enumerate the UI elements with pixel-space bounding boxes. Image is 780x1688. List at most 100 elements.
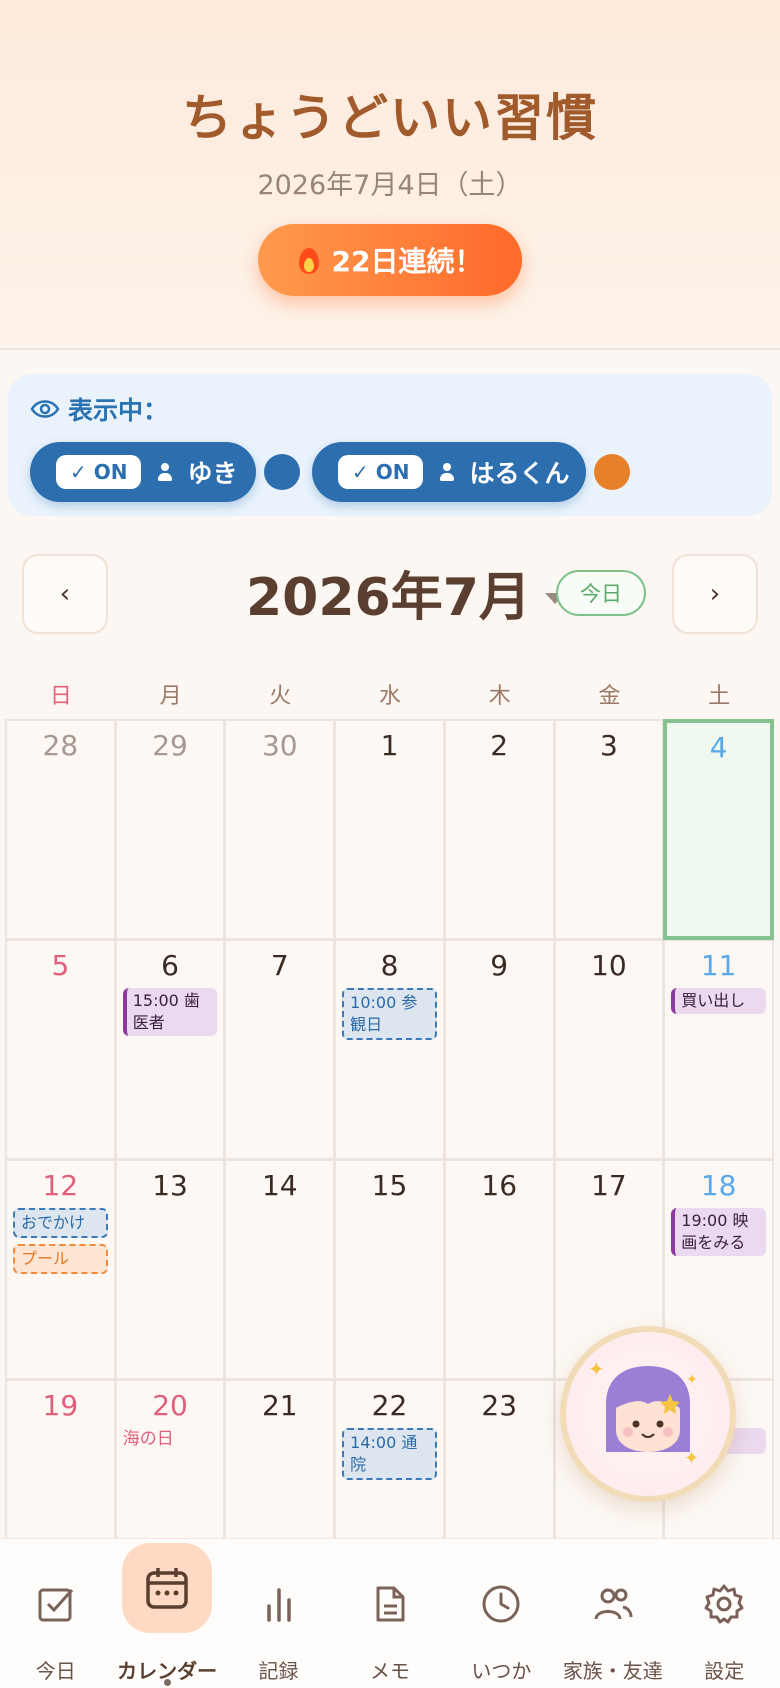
day-number: 4 xyxy=(709,731,728,764)
calendar-event[interactable]: おでかけ xyxy=(13,1208,108,1238)
app-header: ちょうどいい習慣 2026年7月4日（土） 22日連続！ xyxy=(0,0,780,345)
calendar-day[interactable]: 12 おでかけ プール xyxy=(5,1159,116,1380)
app-title: ちょうどいい習慣 xyxy=(182,89,598,147)
day-number: 30 xyxy=(261,729,298,762)
filter-label: 表示中： xyxy=(30,394,168,425)
day-number: 20 xyxy=(152,1389,188,1422)
on-toggle[interactable]: ✓ ON xyxy=(338,455,424,489)
active-indicator xyxy=(164,1679,172,1686)
calendar-day[interactable]: 29 xyxy=(114,719,226,940)
calendar-day[interactable]: 9 xyxy=(443,939,555,1160)
day-number: 10 xyxy=(591,949,627,982)
calendar-day[interactable]: 5 xyxy=(5,939,116,1160)
day-number: 23 xyxy=(481,1389,518,1422)
streak-badge[interactable]: 22日連続！ xyxy=(258,224,522,296)
on-toggle[interactable]: ✓ ON xyxy=(56,455,142,489)
gear-icon xyxy=(704,1584,744,1624)
calendar-day[interactable]: 16 xyxy=(443,1159,555,1380)
prev-month-button[interactable]: ‹ xyxy=(22,554,108,634)
mascot-button[interactable]: ✦ ✦ ✦ xyxy=(560,1326,736,1502)
next-month-button[interactable]: › xyxy=(672,554,758,634)
nav-label: メモ xyxy=(369,1659,410,1683)
nav-family-friends[interactable]: 家族・友達 xyxy=(557,1539,668,1688)
calendar-day[interactable]: 28 xyxy=(5,719,116,940)
member-chip-yuki[interactable]: ✓ ON ゆき xyxy=(30,442,256,502)
calendar-icon xyxy=(146,1568,188,1609)
svg-text:✦: ✦ xyxy=(686,1372,698,1388)
calendar-day[interactable]: 15 xyxy=(334,1159,445,1380)
day-number: 19 xyxy=(42,1389,79,1422)
flame-icon xyxy=(298,246,320,274)
day-number: 13 xyxy=(152,1169,188,1202)
day-number: 21 xyxy=(261,1389,298,1422)
today-button[interactable]: 今日 xyxy=(556,570,646,616)
nav-label: いつか xyxy=(471,1659,532,1683)
day-number: 2 xyxy=(490,729,509,762)
calendar-day[interactable]: 2 xyxy=(443,719,555,940)
member-name: はるくん xyxy=(469,459,570,488)
day-number: 8 xyxy=(380,949,399,982)
day-number: 29 xyxy=(152,729,188,762)
nav-label: 記録 xyxy=(258,1659,299,1683)
day-number: 1 xyxy=(380,729,399,762)
calendar-event[interactable]: 19:00 映画をみる xyxy=(671,1208,766,1256)
nav-records[interactable]: 記録 xyxy=(223,1539,334,1688)
clock-icon xyxy=(482,1585,520,1623)
calendar-day[interactable]: 10 xyxy=(553,939,665,1160)
calendar-day[interactable]: 1 xyxy=(334,719,445,940)
day-number: 9 xyxy=(490,949,509,982)
check-square-icon xyxy=(38,1588,73,1622)
nav-settings[interactable]: 設定 xyxy=(669,1539,780,1688)
nav-today[interactable]: 今日 xyxy=(0,1539,111,1688)
calendar-event[interactable]: 買い出し xyxy=(671,988,766,1014)
day-number: 22 xyxy=(371,1389,408,1422)
bar-chart-icon xyxy=(266,1588,291,1622)
calendar-event[interactable]: プール xyxy=(13,1244,108,1274)
member-color-dot xyxy=(594,454,630,490)
member-chip-haru[interactable]: ✓ ON はるくん xyxy=(312,442,586,502)
calendar-day[interactable]: 6 15:00 歯医者 xyxy=(114,939,226,1160)
calendar-event[interactable]: 15:00 歯医者 xyxy=(122,988,218,1036)
member-color-dot xyxy=(264,454,300,490)
day-number: 15 xyxy=(371,1169,408,1202)
day-number: 3 xyxy=(600,729,618,762)
day-number: 14 xyxy=(261,1169,298,1202)
calendar-day-today[interactable]: 4 xyxy=(663,719,774,940)
nav-memo[interactable]: メモ xyxy=(334,1539,445,1688)
day-number: 5 xyxy=(51,949,70,982)
bottom-navigation: 今日 カレンダー 記録 メモ いつか 家族・友達 設定 xyxy=(0,1538,780,1688)
weekday-label: 水 xyxy=(379,684,402,709)
day-number: 28 xyxy=(42,729,79,762)
calendar-day[interactable]: 8 10:00 参観日 xyxy=(334,939,445,1160)
calendar-event[interactable]: 14:00 通院 xyxy=(342,1428,437,1480)
calendar-day[interactable]: 13 xyxy=(114,1159,226,1380)
calendar-day[interactable]: 3 xyxy=(553,719,665,940)
month-selector[interactable]: 2026年7月 xyxy=(246,560,565,628)
calendar-day[interactable]: 7 xyxy=(224,939,336,1160)
nav-label: 今日 xyxy=(35,1659,76,1683)
weekday-label: 火 xyxy=(269,684,292,709)
note-icon xyxy=(376,1586,405,1622)
calendar-day[interactable]: 30 xyxy=(224,719,336,940)
nav-label: 設定 xyxy=(704,1659,745,1683)
weekday-header: 日 月 火 水 木 金 土 xyxy=(6,678,774,712)
svg-text:✦: ✦ xyxy=(588,1357,605,1381)
weekday-label: 土 xyxy=(708,684,731,709)
people-icon xyxy=(594,1588,633,1620)
nav-someday[interactable]: いつか xyxy=(446,1539,557,1688)
calendar-day[interactable]: 14 xyxy=(224,1159,336,1380)
current-date: 2026年7月4日（土） xyxy=(257,170,523,201)
weekday-label: 木 xyxy=(488,684,511,709)
nav-label: 家族・友達 xyxy=(562,1659,663,1683)
day-number: 18 xyxy=(700,1169,737,1202)
calendar-day[interactable]: 11 買い出し xyxy=(663,939,774,1160)
holiday-label: 海の日 xyxy=(122,1429,174,1449)
calendar-event[interactable]: 10:00 参観日 xyxy=(342,988,437,1040)
nav-calendar[interactable]: カレンダー xyxy=(111,1539,222,1688)
person-icon xyxy=(437,462,457,482)
streak-label: 22日連続！ xyxy=(331,245,483,278)
person-icon xyxy=(155,462,175,482)
eye-icon xyxy=(30,400,60,418)
day-number: 11 xyxy=(700,949,737,982)
day-number: 17 xyxy=(591,1169,627,1202)
